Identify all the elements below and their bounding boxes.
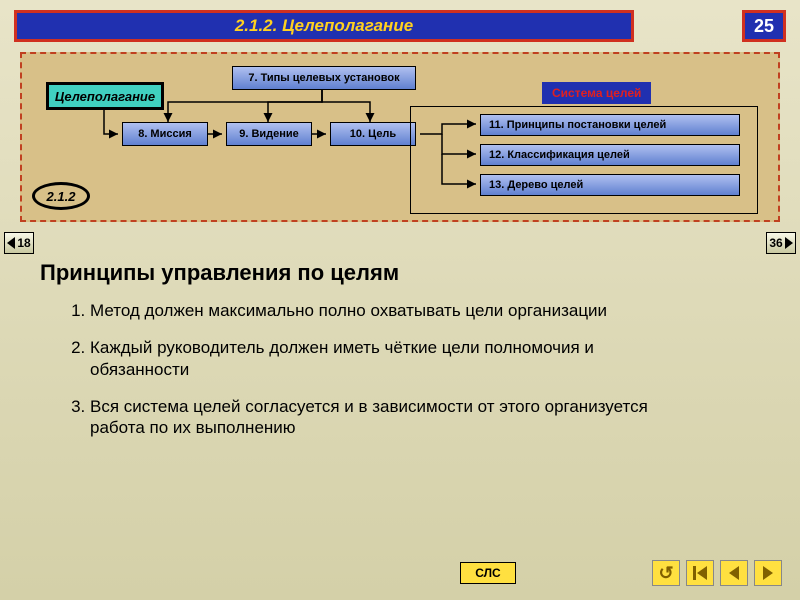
list-item-text: Метод должен максимально полно охватыват… — [90, 301, 607, 320]
side-nav-prev-label: 18 — [17, 236, 30, 250]
sls-label: СЛС — [475, 566, 500, 580]
page-number-box: 25 — [742, 10, 786, 42]
section-number-text: 2.1.2 — [47, 189, 76, 204]
node-12[interactable]: 12. Классификация целей — [480, 144, 740, 166]
node-8[interactable]: 8. Миссия — [122, 122, 208, 146]
system-label-text: Система целей — [552, 86, 641, 100]
title-text: 2.1.2. Целеполагание — [235, 16, 413, 36]
node-9[interactable]: 9. Видение — [226, 122, 312, 146]
root-label: Целеполагание — [55, 89, 155, 104]
nav-prev-button[interactable] — [720, 560, 748, 586]
nav-back-button[interactable]: ↺ — [652, 560, 680, 586]
content-title-text: Принципы управления по целям — [40, 260, 399, 285]
node-13[interactable]: 13. Дерево целей — [480, 174, 740, 196]
node-11-label: 11. Принципы постановки целей — [489, 119, 666, 131]
node-11[interactable]: 11. Принципы постановки целей — [480, 114, 740, 136]
node-12-label: 12. Классификация целей — [489, 149, 630, 161]
node-7[interactable]: 7. Типы целевых установок — [232, 66, 416, 90]
prev-icon — [729, 566, 739, 580]
arrow-left-icon — [7, 237, 15, 249]
list-item-text: Каждый руководитель должен иметь чёткие … — [90, 338, 594, 378]
side-nav-next-label: 36 — [769, 236, 782, 250]
root-node[interactable]: Целеполагание — [46, 82, 164, 110]
node-8-label: 8. Миссия — [138, 128, 192, 140]
node-10-label: 10. Цель — [350, 128, 396, 140]
side-nav-next[interactable]: 36 — [766, 232, 796, 254]
node-10[interactable]: 10. Цель — [330, 122, 416, 146]
side-nav-prev[interactable]: 18 — [4, 232, 34, 254]
node-9-label: 9. Видение — [239, 128, 299, 140]
content-title: Принципы управления по целям — [40, 260, 399, 286]
node-7-label: 7. Типы целевых установок — [248, 72, 399, 84]
sls-button[interactable]: СЛС — [460, 562, 516, 584]
first-icon — [693, 566, 707, 580]
diagram-panel: Целеполагание 7. Типы целевых установок … — [20, 52, 780, 222]
next-icon — [763, 566, 773, 580]
section-number-badge[interactable]: 2.1.2 — [32, 182, 90, 210]
nav-first-button[interactable] — [686, 560, 714, 586]
title-bar: 2.1.2. Целеполагание — [14, 10, 634, 42]
node-13-label: 13. Дерево целей — [489, 179, 583, 191]
list-item: Вся система целей согласуется и в зависи… — [90, 396, 670, 439]
system-label: Система целей — [542, 82, 651, 104]
page-number: 25 — [754, 16, 774, 37]
list-item-text: Вся система целей согласуется и в зависи… — [90, 397, 648, 437]
u-turn-icon: ↺ — [658, 563, 673, 584]
list-item: Метод должен максимально полно охватыват… — [90, 300, 670, 321]
list-item: Каждый руководитель должен иметь чёткие … — [90, 337, 670, 380]
principles-list: Метод должен максимально полно охватыват… — [90, 300, 670, 454]
nav-next-button[interactable] — [754, 560, 782, 586]
arrow-right-icon — [785, 237, 793, 249]
